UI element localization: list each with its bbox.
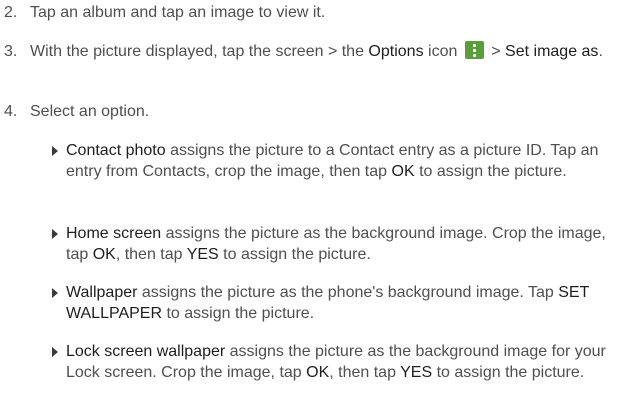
bullet-lock-screen-wallpaper: Lock screen wallpaper assigns the pictur… bbox=[52, 341, 632, 383]
step-number: 3. bbox=[4, 43, 18, 60]
bullet-triangle-icon bbox=[52, 347, 58, 357]
bullet-term: Wallpaper bbox=[66, 284, 138, 301]
step-2: 2. Tap an album and tap an image to view… bbox=[4, 2, 632, 23]
bullet-home-screen: Home screen assigns the picture as the b… bbox=[52, 223, 632, 265]
step-4: 4. Select an option. bbox=[4, 101, 632, 122]
step-text: With the picture displayed, tap the scre… bbox=[30, 41, 603, 60]
bullet-term: Home screen bbox=[66, 225, 162, 242]
options-menu-icon bbox=[464, 41, 484, 59]
set-image-as-label: Set image as bbox=[505, 43, 599, 60]
step-text: Tap an album and tap an image to view it… bbox=[30, 4, 326, 21]
bullet-triangle-icon bbox=[52, 229, 58, 239]
bullet-triangle-icon bbox=[52, 146, 58, 156]
bullet-triangle-icon bbox=[52, 288, 58, 298]
step-3: 3. With the picture displayed, tap the s… bbox=[4, 41, 632, 62]
instructions-page: 2. Tap an album and tap an image to view… bbox=[0, 0, 637, 416]
bullet-contact-photo: Contact photo assigns the picture to a C… bbox=[52, 140, 632, 182]
bullet-term: Contact photo bbox=[66, 142, 166, 159]
bullet-term: Lock screen wallpaper bbox=[66, 343, 226, 360]
options-label: Options bbox=[368, 43, 424, 60]
step-number: 2. bbox=[4, 4, 18, 21]
step-text: Select an option. bbox=[30, 103, 150, 120]
bullet-wallpaper: Wallpaper assigns the picture as the pho… bbox=[52, 282, 632, 324]
step-number: 4. bbox=[4, 103, 18, 120]
